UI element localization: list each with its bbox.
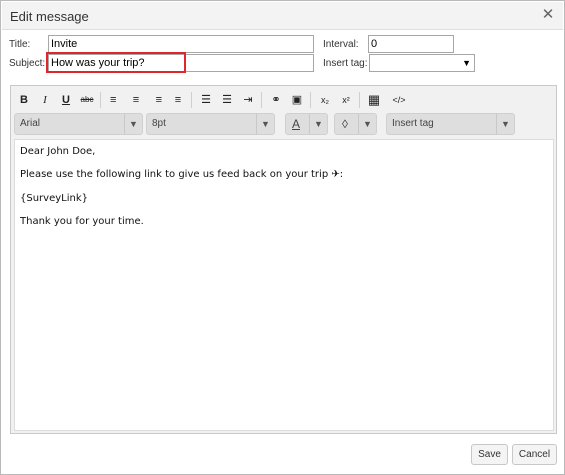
highlight-color-icon: ◊: [342, 117, 348, 131]
justify-button[interactable]: ≡: [168, 89, 188, 111]
title-input[interactable]: Invite: [48, 35, 314, 53]
numbered-list-button[interactable]: ☰: [217, 89, 237, 111]
font-size-value: 8pt: [152, 118, 166, 129]
font-size-select[interactable]: 8pt ▼: [146, 113, 275, 135]
link-button[interactable]: ⚭: [266, 89, 286, 111]
interval-label: Interval:: [323, 39, 359, 50]
align-center-button[interactable]: ≡: [126, 89, 146, 111]
source-code-button[interactable]: </>: [389, 89, 409, 111]
subject-input[interactable]: How was your trip?: [48, 54, 314, 72]
align-right-button[interactable]: ≡: [147, 89, 167, 111]
chevron-down-icon: ▼: [358, 114, 376, 134]
toolbar-separator: [191, 92, 192, 108]
toolbar-separator: [359, 92, 360, 108]
strikethrough-button[interactable]: abc: [77, 89, 97, 111]
chevron-down-icon: ▼: [496, 114, 514, 134]
toolbar-separator: [310, 92, 311, 108]
rich-text-editor: B I U abc ≡ ≡ ≡ ≡ ☰ ☰ ⇥ ⚭ ▣ x₂ x² ▦ </> …: [10, 85, 557, 434]
underline-button[interactable]: U: [56, 89, 76, 111]
body-line-survey-link: {SurveyLink}: [20, 193, 88, 204]
font-color-icon: A: [292, 117, 301, 131]
bullet-list-button[interactable]: ☰: [196, 89, 216, 111]
font-color-picker[interactable]: A ▼: [285, 113, 328, 135]
toolbar-separator: [261, 92, 262, 108]
body-line-thanks: Thank you for your time.: [20, 216, 144, 227]
indent-button[interactable]: ⇥: [238, 89, 258, 111]
save-button[interactable]: Save: [471, 444, 508, 465]
toolbar-separator: [100, 92, 101, 108]
body-line-greeting: Dear John Doe,: [20, 146, 96, 157]
subject-label: Subject:: [9, 58, 46, 69]
chevron-down-icon: ▼: [256, 114, 274, 134]
align-left-button[interactable]: ≡: [105, 89, 125, 111]
subscript-button[interactable]: x₂: [315, 89, 335, 111]
insert-tag-dropdown[interactable]: Insert tag ▼: [386, 113, 515, 135]
body-line-instruction: Please use the following link to give us…: [20, 169, 344, 180]
highlight-color-picker[interactable]: ◊ ▼: [334, 113, 377, 135]
chevron-down-icon: ▼: [462, 58, 471, 68]
italic-button[interactable]: I: [35, 89, 55, 111]
title-label: Title:: [9, 39, 31, 50]
close-icon[interactable]: ✕: [541, 7, 555, 23]
superscript-button[interactable]: x²: [336, 89, 356, 111]
insert-tag-dropdown-label: Insert tag: [392, 118, 434, 129]
interval-input[interactable]: 0: [368, 35, 454, 53]
font-family-value: Arial: [20, 118, 41, 129]
chevron-down-icon: ▼: [309, 114, 327, 134]
insert-tag-select[interactable]: ▼: [369, 54, 475, 72]
message-body-editor[interactable]: Dear John Doe, Please use the following …: [14, 139, 554, 431]
image-button[interactable]: ▣: [287, 89, 307, 111]
dialog-title: Edit message: [10, 9, 89, 24]
dialog-titlebar: Edit message ✕: [2, 2, 563, 30]
cancel-button[interactable]: Cancel: [512, 444, 557, 465]
chevron-down-icon: ▼: [124, 114, 142, 134]
edit-message-dialog: Edit message ✕ Title: Invite Subject: Ho…: [0, 0, 565, 475]
insert-tag-label: Insert tag:: [323, 58, 368, 69]
table-button[interactable]: ▦: [364, 89, 384, 111]
font-family-select[interactable]: Arial ▼: [14, 113, 143, 135]
bold-button[interactable]: B: [14, 89, 34, 111]
